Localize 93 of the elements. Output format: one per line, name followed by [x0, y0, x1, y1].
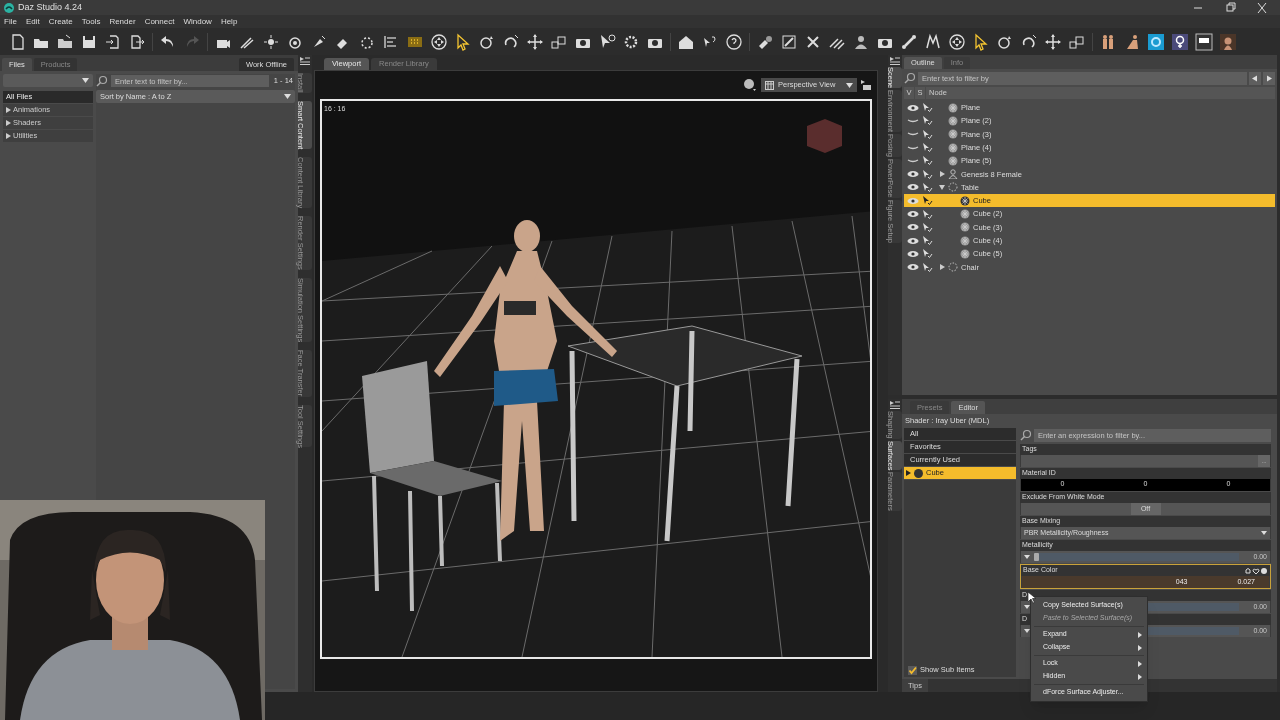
mesh-icon [948, 155, 958, 166]
panel-menu-icon[interactable] [890, 57, 900, 65]
move-icon[interactable] [526, 32, 544, 51]
cursor-check-icon[interactable] [922, 209, 933, 219]
bone-icon[interactable] [900, 32, 918, 51]
panel-menu-icon[interactable] [861, 80, 871, 90]
mesh-icon [948, 129, 958, 140]
mesh-icon [948, 115, 958, 126]
mesh-icon [960, 209, 970, 219]
caret-icon [284, 94, 291, 99]
cursor-check-icon[interactable] [922, 196, 933, 206]
cursor-check-icon[interactable] [922, 236, 933, 246]
mesh-icon [960, 222, 970, 233]
eye-icon[interactable] [907, 249, 919, 258]
eye-icon[interactable] [907, 236, 919, 245]
expand-arrow-icon[interactable] [939, 264, 945, 271]
expand-arrow-icon[interactable] [906, 470, 911, 476]
lock-heart-gear-icons-drawing[interactable] [1244, 566, 1268, 575]
slider-thumb[interactable] [1034, 553, 1039, 561]
export-icon[interactable] [128, 32, 146, 51]
pencil-icon[interactable] [780, 32, 798, 51]
female-symbol-icon[interactable] [1171, 32, 1189, 51]
menu-item[interactable]: Connect [144, 15, 175, 28]
app-logo-icon [4, 2, 14, 13]
checkbox-icon[interactable] [908, 665, 917, 675]
portrait-icon[interactable] [1219, 32, 1237, 51]
caret-icon[interactable] [1024, 629, 1030, 633]
cursor-check-icon[interactable] [922, 222, 933, 232]
menu-item[interactable]: Edit [25, 15, 40, 28]
caret-icon [1261, 531, 1267, 535]
search-icon [904, 72, 916, 84]
cursor-icon[interactable] [972, 32, 990, 51]
morph-icon[interactable] [924, 32, 942, 51]
menu-item[interactable]: Window [183, 15, 212, 28]
cursor-check-icon[interactable] [922, 103, 933, 113]
caret-icon [846, 82, 853, 88]
menu-item[interactable]: Tools [81, 15, 101, 28]
eye-icon[interactable] [907, 263, 919, 272]
eye-icon[interactable] [907, 210, 919, 218]
grid-icon [765, 80, 774, 90]
tile-icon[interactable] [1195, 32, 1213, 51]
ring-tile-icon[interactable] [1147, 32, 1165, 51]
mesh-icon [948, 142, 958, 153]
eye-icon[interactable] [907, 196, 919, 205]
mesh-icon [948, 102, 958, 113]
caret-icon [82, 78, 89, 83]
move-icon[interactable] [1044, 32, 1062, 51]
cursor-check-icon[interactable] [922, 143, 933, 153]
window-title: Daz Studio 4.24 [18, 0, 83, 14]
move-icon[interactable] [948, 32, 966, 51]
figure-outline-icon [948, 169, 958, 180]
expand-arrow-icon[interactable] [6, 120, 11, 126]
cursor-check-icon[interactable] [922, 129, 933, 139]
dashed-circle-icon [948, 262, 958, 273]
cursor-check-icon[interactable] [922, 156, 933, 166]
caret-icon[interactable] [1024, 605, 1030, 609]
menu-item[interactable]: Help [220, 15, 238, 28]
caret-icon[interactable] [1024, 555, 1030, 559]
cursor-check-icon[interactable] [922, 169, 933, 179]
eye-icon[interactable] [907, 183, 919, 192]
panel-menu-icon[interactable] [300, 57, 310, 65]
expand-arrow-icon[interactable] [939, 171, 945, 178]
mesh-icon [914, 468, 923, 478]
eye-icon[interactable] [907, 223, 919, 232]
mesh-icon [960, 248, 970, 259]
help-icon[interactable] [725, 32, 743, 51]
cursor-icon[interactable] [454, 32, 472, 51]
rotate-icon[interactable] [502, 32, 520, 51]
menu-item[interactable]: File [4, 15, 17, 28]
rotate-icon[interactable] [1020, 32, 1038, 51]
shading-sphere-icon[interactable] [743, 78, 757, 92]
menu-item[interactable]: Create [48, 15, 73, 28]
search-icon [96, 75, 108, 87]
dashed-circle-icon [948, 182, 958, 193]
collapse-arrow-icon[interactable] [939, 184, 945, 191]
expand-arrow-icon[interactable] [6, 133, 11, 139]
mesh-icon [960, 195, 970, 206]
panel-menu-icon[interactable] [890, 401, 900, 409]
cursor-check-icon[interactable] [922, 182, 933, 192]
mesh-icon [960, 235, 970, 246]
move-icon[interactable] [430, 32, 448, 51]
eye-icon[interactable] [907, 170, 919, 179]
open-folder-icon[interactable] [56, 32, 74, 51]
menu-item[interactable]: Render [109, 15, 136, 28]
eye-icon[interactable] [907, 103, 919, 112]
search-icon [1020, 429, 1032, 441]
cursor-check-icon[interactable] [922, 249, 933, 259]
restore-icon [1224, 1, 1236, 14]
cursor-check-icon[interactable] [922, 116, 933, 126]
expand-arrow-icon[interactable] [6, 107, 11, 113]
cursor-check-icon[interactable] [922, 262, 933, 272]
close-icon [1256, 1, 1268, 14]
import-icon[interactable] [104, 32, 122, 51]
